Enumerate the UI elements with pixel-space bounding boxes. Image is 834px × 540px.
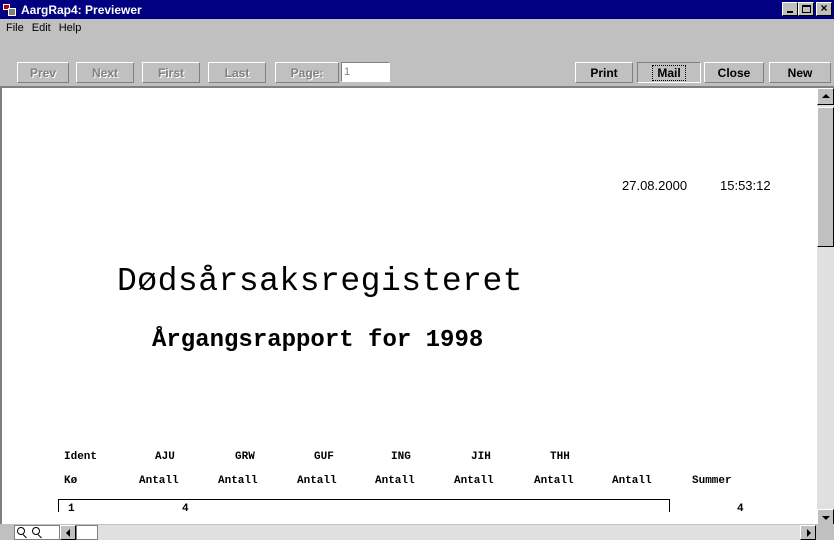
scroll-up-icon xyxy=(822,94,830,98)
next-button[interactable]: Next xyxy=(76,62,134,83)
print-button[interactable]: Print xyxy=(575,62,633,83)
col-header-grw: GRW xyxy=(235,451,255,463)
vertical-scrollbar[interactable] xyxy=(817,88,834,526)
cell-sum: 4 xyxy=(737,503,744,512)
vertical-scroll-thumb[interactable] xyxy=(817,107,834,247)
report-page: 27.08.2000 15:53:12 Dødsårsaksregisteret… xyxy=(2,88,817,512)
col-header-jih: JIH xyxy=(471,451,491,463)
col-header-ident: Ident xyxy=(64,451,98,463)
maximize-button[interactable] xyxy=(798,2,814,16)
report-subheading: Årgangsrapport for 1998 xyxy=(152,327,484,354)
horizontal-scroll-thumb[interactable] xyxy=(76,525,98,540)
close-window-button[interactable]: × xyxy=(816,1,832,16)
minimize-button[interactable] xyxy=(782,2,798,16)
report-time: 15:53:12 xyxy=(720,178,771,193)
menu-help[interactable]: Help xyxy=(56,22,87,34)
maximize-icon xyxy=(802,5,811,13)
col-subheader-summer: Summer xyxy=(692,475,732,487)
cell-ident: 1 xyxy=(68,503,75,512)
scroll-down-icon xyxy=(822,516,830,520)
col-header-thh: THH xyxy=(550,451,570,463)
menu-bar: File Edit Help xyxy=(0,19,834,36)
col-subheader-antall-4: Antall xyxy=(375,475,415,487)
title-bar: AargRap4: Previewer × xyxy=(0,0,834,19)
zoom-fit-icon[interactable] xyxy=(30,526,45,539)
scroll-left-icon xyxy=(66,529,70,537)
page-label: Page: xyxy=(275,62,339,83)
col-subheader-antall-3: Antall xyxy=(297,475,337,487)
menu-file[interactable]: File xyxy=(3,22,29,34)
close-button[interactable]: Close xyxy=(704,62,764,83)
window-title: AargRap4: Previewer xyxy=(21,2,142,17)
cell-aju: 4 xyxy=(182,503,189,512)
scroll-up-button[interactable] xyxy=(817,88,834,105)
toolbar: Prev Next First Last Page: 1 Print Mail … xyxy=(0,36,834,86)
app-icon[interactable] xyxy=(2,2,18,18)
mail-button-label: Mail xyxy=(652,64,686,81)
window-controls: × xyxy=(782,1,832,16)
minimize-icon xyxy=(787,11,793,13)
first-button[interactable]: First xyxy=(142,62,200,83)
scroll-right-icon xyxy=(807,529,811,537)
zoom-controls xyxy=(14,525,60,540)
new-button[interactable]: New xyxy=(769,62,831,83)
col-header-guf: GUF xyxy=(314,451,334,463)
zoom-icon[interactable] xyxy=(15,526,30,539)
report-date: 27.08.2000 xyxy=(622,178,688,193)
report-heading: Dødsårsaksregisteret xyxy=(117,263,524,300)
table-row xyxy=(58,499,670,512)
horizontal-scrollbar[interactable] xyxy=(60,525,816,540)
prev-button[interactable]: Prev xyxy=(17,62,69,83)
bottom-bar xyxy=(0,524,834,540)
preview-area: 27.08.2000 15:53:12 Dødsårsaksregisteret… xyxy=(0,86,834,526)
col-subheader-antall-1: Antall xyxy=(139,475,179,487)
scroll-left-button[interactable] xyxy=(60,525,76,540)
col-subheader-antall-2: Antall xyxy=(218,475,258,487)
last-button[interactable]: Last xyxy=(208,62,266,83)
col-header-aju: AJU xyxy=(155,451,175,463)
col-subheader-antall-7: Antall xyxy=(612,475,652,487)
scroll-right-button[interactable] xyxy=(800,525,816,540)
menu-edit[interactable]: Edit xyxy=(29,22,56,34)
col-subheader-ko: Kø xyxy=(64,475,78,487)
col-header-ing: ING xyxy=(391,451,411,463)
col-subheader-antall-5: Antall xyxy=(454,475,494,487)
col-subheader-antall-6: Antall xyxy=(534,475,574,487)
close-icon: × xyxy=(820,1,828,15)
page-input[interactable]: 1 xyxy=(341,62,390,82)
mail-button[interactable]: Mail xyxy=(637,62,701,83)
